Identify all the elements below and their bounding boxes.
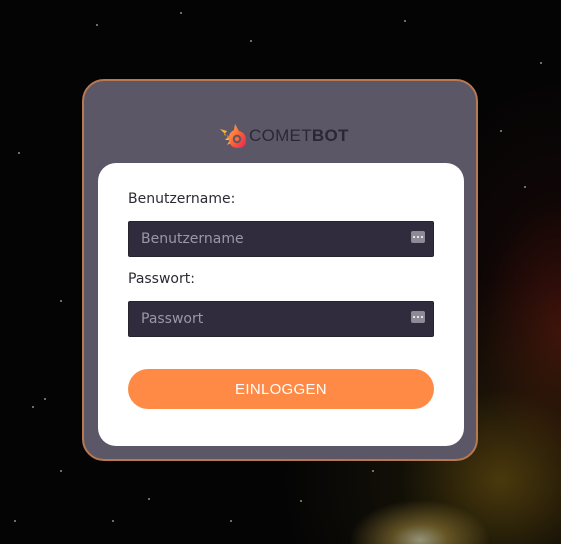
- star: [148, 498, 150, 500]
- star: [60, 470, 62, 472]
- username-input[interactable]: [129, 222, 399, 256]
- star: [112, 520, 114, 522]
- star: [60, 300, 62, 302]
- star: [96, 24, 98, 26]
- login-form: Benutzername: Passwort: EINLOGGEN: [98, 163, 464, 446]
- logo-wordmark: COMETBOT: [249, 126, 349, 146]
- star: [372, 470, 374, 472]
- logo-text-comet: COMET: [249, 126, 312, 145]
- star: [300, 500, 302, 502]
- star: [230, 520, 232, 522]
- star: [18, 152, 20, 154]
- password-manager-icon[interactable]: [411, 311, 425, 323]
- star: [32, 406, 34, 408]
- password-input[interactable]: [129, 302, 399, 336]
- login-button[interactable]: EINLOGGEN: [128, 369, 434, 409]
- password-label: Passwort:: [128, 271, 195, 287]
- star: [180, 12, 182, 14]
- comet-flame-icon: [220, 124, 246, 148]
- star: [404, 20, 406, 22]
- username-label: Benutzername:: [128, 191, 236, 207]
- star: [500, 130, 502, 132]
- star: [44, 398, 46, 400]
- star: [250, 40, 252, 42]
- password-field[interactable]: [128, 301, 434, 337]
- logo-text-bot: BOT: [311, 126, 349, 145]
- star: [540, 62, 542, 64]
- star: [14, 520, 16, 522]
- password-manager-icon[interactable]: [411, 231, 425, 243]
- username-field[interactable]: [128, 221, 434, 257]
- cometbot-logo: COMETBOT: [218, 121, 349, 151]
- login-card: COMETBOT Benutzername: Passwort: EINLOGG…: [82, 79, 478, 461]
- star: [524, 186, 526, 188]
